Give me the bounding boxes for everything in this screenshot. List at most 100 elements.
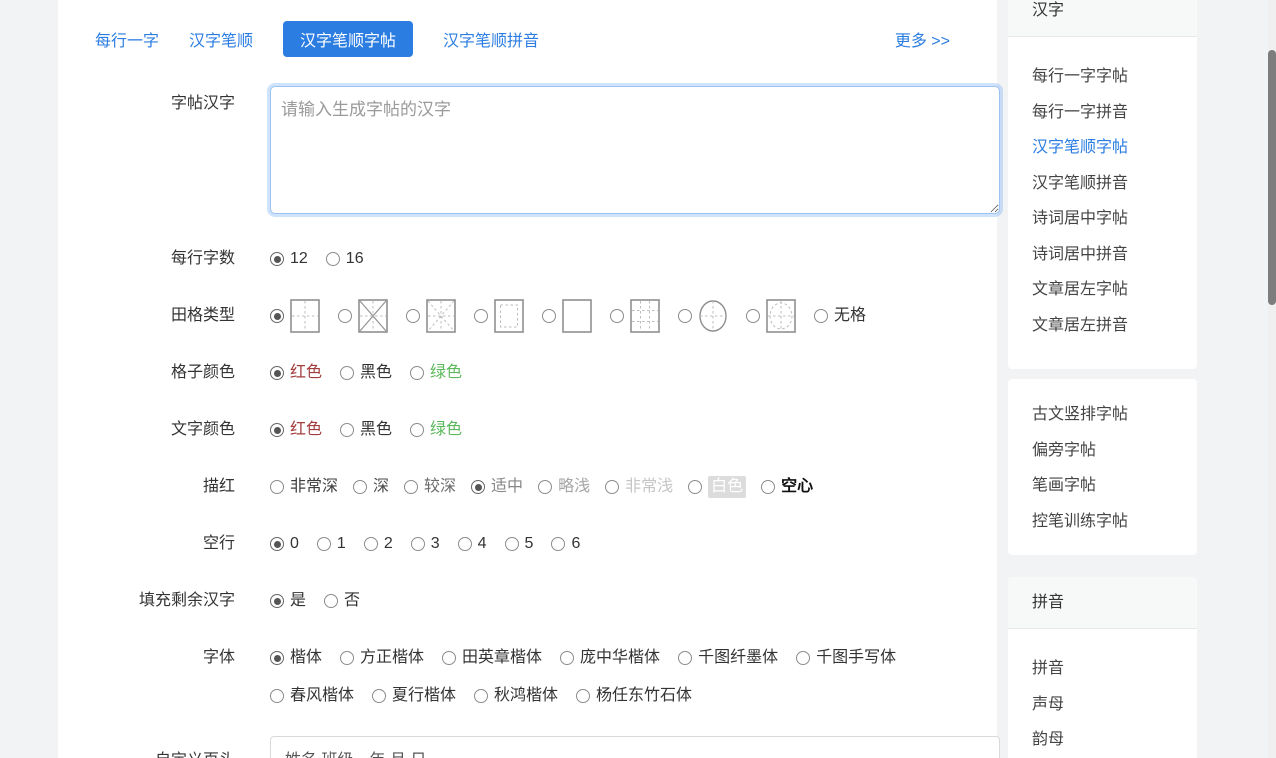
- sidebar-item-偏旁字帖[interactable]: 偏旁字帖: [1032, 433, 1189, 469]
- radio-checked-icon[interactable]: [270, 252, 284, 266]
- radio-unchecked-icon[interactable]: [542, 309, 556, 323]
- radio-unchecked-icon[interactable]: [270, 480, 284, 494]
- radio-option-田英章楷体[interactable]: 田英章楷体: [442, 641, 542, 675]
- radio-unchecked-icon[interactable]: [678, 309, 692, 323]
- radio-unchecked-icon[interactable]: [688, 480, 702, 494]
- radio-unchecked-icon[interactable]: [814, 309, 828, 323]
- radio-unchecked-icon[interactable]: [761, 480, 775, 494]
- radio-checked-icon[interactable]: [270, 537, 284, 551]
- radio-unchecked-icon[interactable]: [324, 594, 338, 608]
- radio-option-mi-dashed-grid[interactable]: [406, 299, 456, 333]
- radio-unchecked-icon[interactable]: [560, 651, 574, 665]
- more-link[interactable]: 更多 >>: [895, 27, 950, 51]
- scrollbar-thumb[interactable]: [1268, 50, 1276, 305]
- radio-unchecked-icon[interactable]: [340, 651, 354, 665]
- radio-checked-icon[interactable]: [270, 651, 284, 665]
- radio-option-千图手写体[interactable]: 千图手写体: [796, 641, 896, 675]
- radio-unchecked-icon[interactable]: [610, 309, 624, 323]
- radio-unchecked-icon[interactable]: [538, 480, 552, 494]
- radio-option-绿色[interactable]: 绿色: [410, 413, 462, 447]
- radio-unchecked-icon[interactable]: [406, 309, 420, 323]
- sidebar-item-诗词居中拼音[interactable]: 诗词居中拼音: [1032, 237, 1189, 273]
- radio-checked-icon[interactable]: [471, 480, 485, 494]
- radio-option-hui-grid[interactable]: [474, 299, 524, 333]
- radio-unchecked-icon[interactable]: [551, 537, 565, 551]
- radio-option-tian-grid[interactable]: [270, 299, 320, 333]
- radio-checked-icon[interactable]: [270, 594, 284, 608]
- radio-option-是[interactable]: 是: [270, 584, 306, 618]
- sidebar-item-汉字笔顺拼音[interactable]: 汉字笔顺拼音: [1032, 166, 1189, 202]
- radio-option-非常浅[interactable]: 非常浅: [605, 470, 673, 504]
- sidebar-item-诗词居中字帖[interactable]: 诗词居中字帖: [1032, 201, 1189, 237]
- tab-汉字笔顺拼音[interactable]: 汉字笔顺拼音: [443, 21, 539, 57]
- radio-checked-icon[interactable]: [270, 366, 284, 380]
- radio-unchecked-icon[interactable]: [411, 537, 425, 551]
- radio-option-circle-grid[interactable]: [678, 299, 728, 333]
- tab-汉字笔顺[interactable]: 汉字笔顺: [189, 21, 253, 57]
- radio-unchecked-icon[interactable]: [458, 537, 472, 551]
- radio-option-绿色[interactable]: 绿色: [410, 356, 462, 390]
- radio-option-黑色[interactable]: 黑色: [340, 413, 392, 447]
- radio-option-较深[interactable]: 较深: [404, 470, 456, 504]
- tab-汉字笔顺字帖[interactable]: 汉字笔顺字帖: [283, 21, 413, 57]
- radio-unchecked-icon[interactable]: [364, 537, 378, 551]
- radio-unchecked-icon[interactable]: [678, 651, 692, 665]
- radio-unchecked-icon[interactable]: [338, 309, 352, 323]
- radio-option-秋鸿楷体[interactable]: 秋鸿楷体: [474, 679, 558, 713]
- radio-option-方正楷体[interactable]: 方正楷体: [340, 641, 424, 675]
- radio-unchecked-icon[interactable]: [796, 651, 810, 665]
- radio-unchecked-icon[interactable]: [505, 537, 519, 551]
- radio-option-nine-grid[interactable]: [610, 299, 660, 333]
- radio-unchecked-icon[interactable]: [474, 689, 488, 703]
- radio-option-春风楷体[interactable]: 春风楷体: [270, 679, 354, 713]
- radio-option-square-grid[interactable]: [542, 299, 592, 333]
- radio-option-千图纤墨体[interactable]: 千图纤墨体: [678, 641, 778, 675]
- radio-option-适中[interactable]: 适中: [471, 470, 523, 504]
- radio-unchecked-icon[interactable]: [340, 423, 354, 437]
- radio-unchecked-icon[interactable]: [410, 423, 424, 437]
- radio-unchecked-icon[interactable]: [404, 480, 418, 494]
- radio-option-egg-grid[interactable]: [746, 299, 796, 333]
- sidebar-item-韵母[interactable]: 韵母: [1032, 722, 1189, 758]
- radio-unchecked-icon[interactable]: [326, 252, 340, 266]
- radio-option-黑色[interactable]: 黑色: [340, 356, 392, 390]
- radio-unchecked-icon[interactable]: [410, 366, 424, 380]
- sidebar-item-拼音[interactable]: 拼音: [1032, 651, 1189, 687]
- sidebar-item-文章居左字帖[interactable]: 文章居左字帖: [1032, 272, 1189, 308]
- sidebar-item-古文竖排字帖[interactable]: 古文竖排字帖: [1032, 397, 1189, 433]
- radio-option-12[interactable]: 12: [270, 242, 308, 276]
- radio-unchecked-icon[interactable]: [474, 309, 488, 323]
- radio-unchecked-icon[interactable]: [576, 689, 590, 703]
- radio-unchecked-icon[interactable]: [442, 651, 456, 665]
- radio-option-深[interactable]: 深: [353, 470, 389, 504]
- radio-option-5[interactable]: 5: [505, 527, 534, 561]
- radio-option-3[interactable]: 3: [411, 527, 440, 561]
- sidebar-item-每行一字拼音[interactable]: 每行一字拼音: [1032, 95, 1189, 131]
- radio-unchecked-icon[interactable]: [270, 689, 284, 703]
- radio-option-红色[interactable]: 红色: [270, 356, 322, 390]
- radio-option-红色[interactable]: 红色: [270, 413, 322, 447]
- radio-option-0[interactable]: 0: [270, 527, 299, 561]
- radio-unchecked-icon[interactable]: [353, 480, 367, 494]
- radio-option-略浅[interactable]: 略浅: [538, 470, 590, 504]
- sidebar-item-文章居左拼音[interactable]: 文章居左拼音: [1032, 308, 1189, 344]
- sidebar-item-声母[interactable]: 声母: [1032, 687, 1189, 723]
- radio-unchecked-icon[interactable]: [605, 480, 619, 494]
- radio-unchecked-icon[interactable]: [340, 366, 354, 380]
- radio-unchecked-icon[interactable]: [372, 689, 386, 703]
- radio-option-庞中华楷体[interactable]: 庞中华楷体: [560, 641, 660, 675]
- radio-option-6[interactable]: 6: [551, 527, 580, 561]
- radio-option-非常深[interactable]: 非常深: [270, 470, 338, 504]
- radio-option-mi-grid[interactable]: [338, 299, 388, 333]
- radio-option-16[interactable]: 16: [326, 242, 364, 276]
- custom-header-input[interactable]: [270, 736, 1000, 758]
- scrollbar-track[interactable]: [1268, 0, 1276, 758]
- radio-option-否[interactable]: 否: [324, 584, 360, 618]
- radio-option-2[interactable]: 2: [364, 527, 393, 561]
- radio-unchecked-icon[interactable]: [317, 537, 331, 551]
- sidebar-item-每行一字字帖[interactable]: 每行一字字帖: [1032, 59, 1189, 95]
- sidebar-item-汉字笔顺字帖[interactable]: 汉字笔顺字帖: [1032, 130, 1189, 166]
- copybook-chars-input[interactable]: [270, 86, 1000, 214]
- radio-checked-icon[interactable]: [270, 309, 284, 323]
- sidebar-item-笔画字帖[interactable]: 笔画字帖: [1032, 468, 1189, 504]
